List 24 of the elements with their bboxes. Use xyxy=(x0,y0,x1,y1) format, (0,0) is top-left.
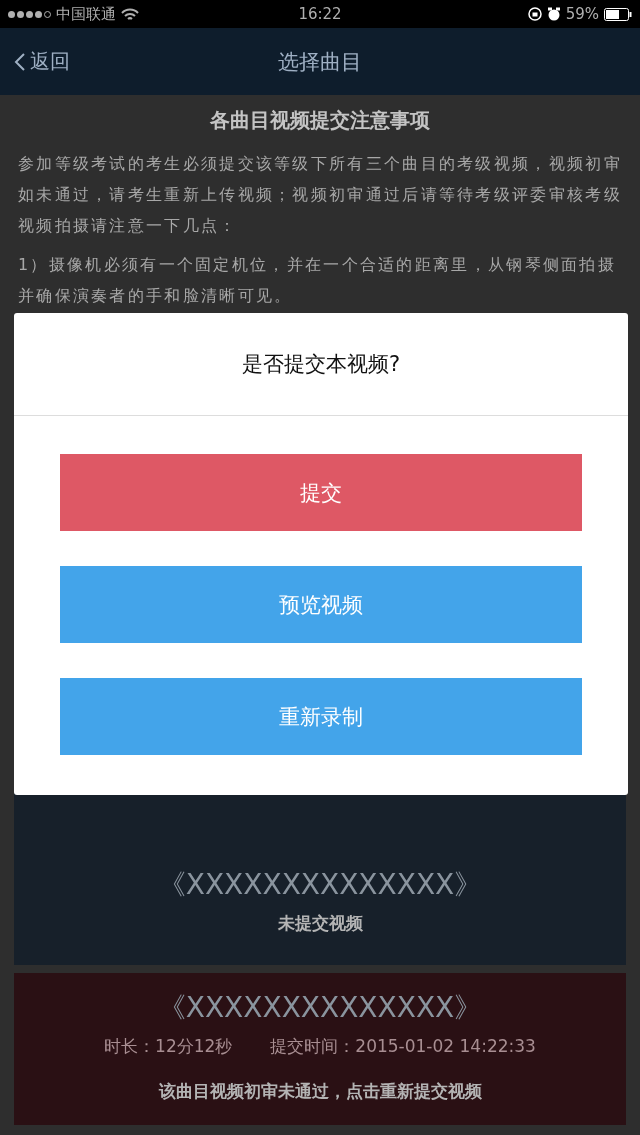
notice-paragraph: 1）摄像机必须有一个固定机位，并在一个合适的距离里，从钢琴侧面拍摄并确保演奏者的手和脸清晰可见。 xyxy=(18,254,618,307)
lock-rotation-icon xyxy=(527,7,542,21)
back-button[interactable]: 返回 xyxy=(14,48,70,75)
wifi-icon xyxy=(121,7,139,21)
chevron-left-icon xyxy=(14,51,26,72)
clock-time: 16:22 xyxy=(298,5,342,23)
alarm-icon xyxy=(546,7,561,21)
dialog-button[interactable]: 重新录制 xyxy=(60,678,582,755)
duration-text: 时长：12分12秒 xyxy=(104,1035,233,1058)
status-text: 未提交视频 xyxy=(277,912,363,935)
battery-icon xyxy=(604,7,632,21)
submitted-time: 提交时间：2015-01-02 14:22:33 xyxy=(270,1035,536,1058)
status-text: 该曲目视频初审未通过，点击重新提交视频 xyxy=(158,1080,482,1103)
song-title: 《XXXXXXXXXXXXXX》 xyxy=(157,990,483,1026)
carrier-name: 中国联通 xyxy=(56,4,116,24)
song-title: 《XXXXXXXXXXXXXX》 xyxy=(157,867,483,903)
dialog-button[interactable]: 预览视频 xyxy=(60,566,582,643)
dialog-button[interactable]: 提交 xyxy=(60,454,582,531)
song-card[interactable]: 《XXXXXXXXXXXXXX》 时长：12分12秒 提交时间：2015-01-02 14:22:33 该曲目视频初审未通过，点击重新提交视频 xyxy=(14,973,626,1125)
notice-paragraph: 参加等级考试的考生必须提交该等级下所有三个曲目的考级视频，视频初审如未通过，请考生重新上传视频；视频初审通过后请等待考级评委审核考级视频拍摄请注意一下几点： xyxy=(18,153,622,237)
battery-percent: 59% xyxy=(565,5,599,23)
dialog-title: 是否提交本视频? xyxy=(14,313,628,416)
notice-title: 各曲目视频提交注意事项 xyxy=(209,107,431,134)
page-title: 选择曲目 xyxy=(278,48,362,76)
